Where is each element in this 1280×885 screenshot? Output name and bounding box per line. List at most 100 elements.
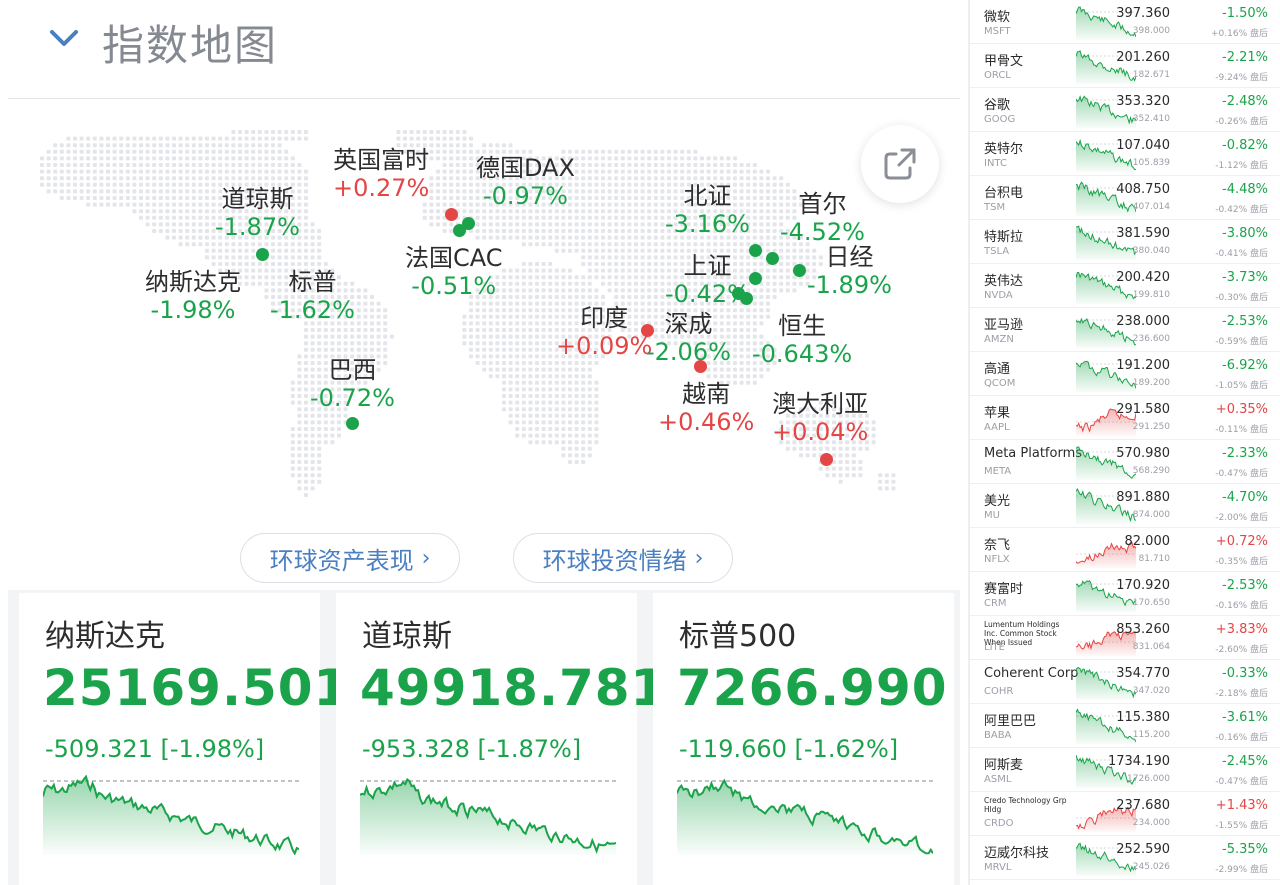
stock-row-aapl[interactable]: 苹果 AAPL 291.580 291.250 +0.35% -0.11% 盘后 (970, 396, 1280, 440)
map-marker-dot[interactable] (453, 224, 466, 237)
stock-ticker: AMZN (984, 334, 1014, 345)
stock-after-hours-change: -0.59% 盘后 (1215, 337, 1268, 347)
map-label-australia[interactable]: 澳大利亚 +0.04% (772, 390, 868, 446)
map-label-name: 日经 (825, 243, 874, 271)
stock-after-hours-change: -0.26% 盘后 (1215, 117, 1268, 127)
map-label-vietnam[interactable]: 越南 +0.46% (658, 380, 754, 436)
map-label-name: 标普 (288, 268, 337, 296)
stock-price: 570.980 (1116, 446, 1170, 461)
stock-after-hours-price: 81.710 (1138, 554, 1171, 564)
map-label-dow[interactable]: 道琼斯 -1.87% (215, 185, 300, 241)
stock-row-msft[interactable]: 微软 MSFT 397.360 398.000 -1.50% +0.16% 盘后 (970, 0, 1280, 44)
stock-name: 迈威尔科技 (984, 846, 1050, 861)
stock-row-crdo[interactable]: Credo Technology Grp Hldg CRDO 237.680 2… (970, 792, 1280, 836)
stock-name: 台积电 (984, 186, 1024, 201)
map-marker-dot[interactable] (346, 417, 359, 430)
map-label-name: 恒生 (778, 312, 827, 340)
index-card-nasdaq[interactable]: 纳斯达克 25169.501 -509.321 [-1.98%] (19, 593, 348, 885)
stock-row-tsm[interactable]: 台积电 TSM 408.750 407.014 -4.48% -0.42% 盘后 (970, 176, 1280, 220)
map-label-ftse[interactable]: 英国富时 +0.27% (333, 146, 429, 202)
stock-after-hours-change: -0.16% 盘后 (1215, 601, 1268, 611)
stock-row-mrvl[interactable]: 迈威尔科技 MRVL 252.590 245.026 -5.35% -2.99%… (970, 836, 1280, 880)
stock-row-goog[interactable]: 谷歌 GOOG 353.320 352.410 -2.48% -0.26% 盘后 (970, 88, 1280, 132)
stock-row-cohr[interactable]: Coherent Corp COHR 354.770 347.020 -0.33… (970, 660, 1280, 704)
map-marker-dot[interactable] (793, 264, 806, 277)
map-label-pct: -3.16% (665, 210, 750, 238)
map-marker-dot[interactable] (766, 252, 779, 265)
index-card-name: 道琼斯 (362, 619, 452, 654)
stock-change-pct: -2.53% (1222, 314, 1268, 329)
stock-after-hours-price: 234.000 (1132, 818, 1170, 828)
index-card-value: 49918.781 (360, 659, 667, 717)
stock-after-hours-change: -2.18% 盘后 (1215, 689, 1268, 699)
global-sentiment-button[interactable]: 环球投资情绪 › (513, 533, 733, 583)
stock-ticker: ORCL (984, 70, 1011, 81)
map-marker-dot[interactable] (445, 208, 458, 221)
stock-row-intc[interactable]: 英特尔 INTC 107.040 105.839 -0.82% -1.12% 盘… (970, 132, 1280, 176)
index-card-dow[interactable]: 道琼斯 49918.781 -953.328 [-1.87%] (336, 593, 665, 885)
map-marker-dot[interactable] (820, 453, 833, 466)
map-label-cac[interactable]: 法国CAC -0.51% (405, 244, 503, 300)
section-header: 指数地图 (0, 0, 968, 98)
stock-change-pct: -2.45% (1222, 754, 1268, 769)
stock-row-orcl[interactable]: 甲骨文 ORCL 201.260 182.671 -2.21% -9.24% 盘… (970, 44, 1280, 88)
stock-after-hours-price: 398.000 (1132, 26, 1170, 36)
stock-after-hours-change: -0.47% 盘后 (1215, 777, 1268, 787)
map-label-pct: +0.04% (772, 418, 869, 446)
map-label-hangseng[interactable]: 恒生 -0.643% (752, 312, 852, 368)
stock-ticker: CRDO (984, 818, 1014, 829)
share-icon (884, 148, 916, 180)
index-card-sp500[interactable]: 标普500 7266.990 -119.660 [-1.62%] (653, 593, 954, 885)
map-label-shanghai[interactable]: 上证 -0.42% (665, 252, 750, 308)
stock-price: 82.000 (1124, 534, 1171, 549)
index-card-value: 7266.990 (677, 659, 948, 717)
map-label-shenzhen[interactable]: 深成 -2.06% (646, 310, 731, 366)
map-label-sp[interactable]: 标普 -1.62% (270, 268, 355, 324)
stock-row-crm[interactable]: 赛富时 CRM 170.920 170.650 -2.53% -0.16% 盘后 (970, 572, 1280, 616)
index-card-change: -509.321 [-1.98%] (45, 735, 265, 763)
map-label-brazil[interactable]: 巴西 -0.72% (310, 356, 395, 412)
stock-row-amzn[interactable]: 亚马逊 AMZN 238.000 236.600 -2.53% -0.59% 盘… (970, 308, 1280, 352)
stock-after-hours-price: 380.040 (1132, 246, 1170, 256)
map-marker-dot[interactable] (749, 272, 762, 285)
chevron-down-icon[interactable] (48, 26, 80, 52)
share-button[interactable] (861, 125, 939, 203)
stock-row-lite[interactable]: Lumentum Holdings Inc. Common Stock When… (970, 616, 1280, 660)
stock-name: 美光 (984, 494, 1011, 509)
stock-change-pct: -3.73% (1222, 270, 1268, 285)
stock-row-tsla[interactable]: 特斯拉 TSLA 381.590 380.040 -3.80% -0.41% 盘… (970, 220, 1280, 264)
map-label-dax[interactable]: 德国DAX -0.97% (476, 154, 575, 210)
map-marker-dot[interactable] (749, 244, 762, 257)
map-label-pct: -0.51% (411, 272, 497, 300)
stock-price: 1734.190 (1107, 754, 1170, 769)
stock-after-hours-change: -0.35% 盘后 (1215, 557, 1268, 567)
map-marker-dot[interactable] (256, 248, 269, 261)
global-assets-button[interactable]: 环球资产表现 › (240, 533, 460, 583)
stock-row-mu[interactable]: 美光 MU 891.880 874.000 -4.70% -2.00% 盘后 (970, 484, 1280, 528)
stock-name: Meta Platforms (984, 446, 1083, 461)
map-label-nasdaq[interactable]: 纳斯达克 -1.98% (145, 268, 241, 324)
stock-after-hours-change: -0.30% 盘后 (1215, 293, 1268, 303)
map-label-pct: +0.09% (556, 332, 653, 360)
index-card-change: -119.660 [-1.62%] (679, 735, 899, 763)
stock-row-baba[interactable]: 阿里巴巴 BABA 115.380 115.200 -3.61% -0.16% … (970, 704, 1280, 748)
stock-row-meta[interactable]: Meta Platforms META 570.980 568.290 -2.3… (970, 440, 1280, 484)
map-label-beijing[interactable]: 北证 -3.16% (665, 182, 750, 238)
stock-row-asml[interactable]: 阿斯麦 ASML 1734.190 1726.000 -2.45% -0.47%… (970, 748, 1280, 792)
map-label-korea[interactable]: 首尔 -4.52% (780, 190, 865, 246)
stock-row-nvda[interactable]: 英伟达 NVDA 200.420 199.810 -3.73% -0.30% 盘… (970, 264, 1280, 308)
stock-after-hours-price: 1726.000 (1127, 774, 1170, 784)
stock-row-nflx[interactable]: 奈飞 NFLX 82.000 81.710 +0.72% -0.35% 盘后 (970, 528, 1280, 572)
stock-price: 237.680 (1116, 798, 1170, 813)
stock-after-hours-price: 568.290 (1132, 466, 1170, 476)
map-label-pct: -1.98% (150, 296, 236, 324)
map-label-india[interactable]: 印度 +0.09% (556, 304, 652, 360)
stock-name: 奈飞 (984, 538, 1011, 553)
index-card-sparkline (360, 777, 616, 855)
map-label-nikkei[interactable]: 日经 -1.89% (807, 243, 892, 299)
stock-name: Credo Technology Grp Hldg (984, 796, 1067, 814)
stock-price: 200.420 (1116, 270, 1170, 285)
stock-row-qcom[interactable]: 高通 QCOM 191.200 189.200 -6.92% -1.05% 盘后 (970, 352, 1280, 396)
header-divider (8, 98, 960, 99)
stock-after-hours-change: +0.16% 盘后 (1211, 29, 1268, 39)
